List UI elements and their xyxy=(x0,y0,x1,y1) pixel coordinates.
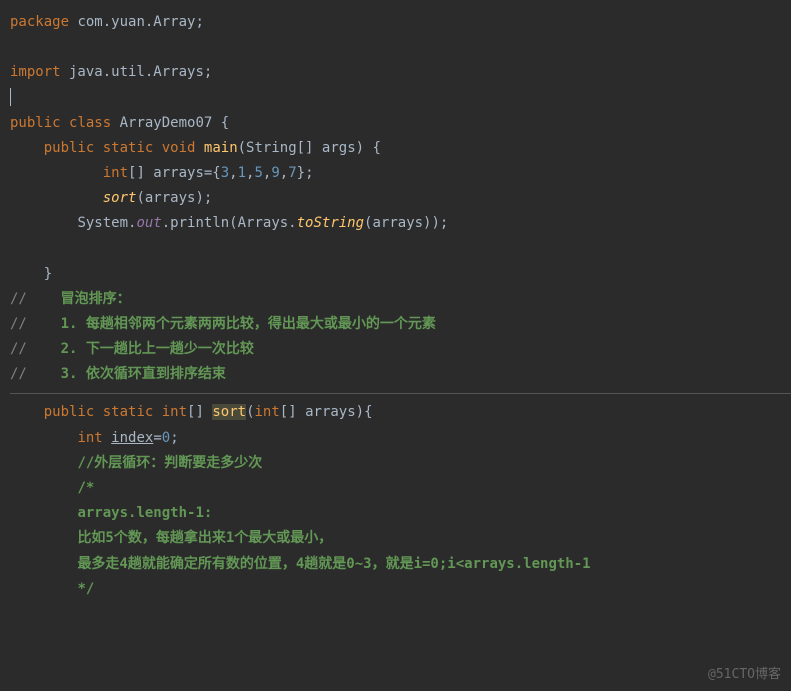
code-line xyxy=(10,35,791,60)
code-line: package com.yuan.Array; xyxy=(10,10,791,35)
code-line: */ xyxy=(10,577,791,602)
code-line: import java.util.Arrays; xyxy=(10,60,791,85)
code-line: // 3. 依次循环直到排序结束 xyxy=(10,362,791,387)
code-line: } xyxy=(10,262,791,287)
code-line: public static void main(String[] args) { xyxy=(10,136,791,161)
code-line: // 2. 下一趟比上一趟少一次比较 xyxy=(10,337,791,362)
code-line: // 1. 每趟相邻两个元素两两比较，得出最大或最小的一个元素 xyxy=(10,312,791,337)
code-line: public class ArrayDemo07 { xyxy=(10,111,791,136)
code-line xyxy=(10,85,791,110)
watermark: @51CTO博客 xyxy=(708,663,781,686)
code-line: //外层循环：判断要走多少次 xyxy=(10,451,791,476)
code-line: sort(arrays); xyxy=(10,186,791,211)
text-cursor xyxy=(10,88,11,106)
code-line: 最多走4趟就能确定所有数的位置，4趟就是0~3，就是i=0;i<arrays.l… xyxy=(10,552,791,577)
code-line: System.out.println(Arrays.toString(array… xyxy=(10,211,791,236)
code-line: 比如5个数，每趟拿出来1个最大或最小， xyxy=(10,526,791,551)
code-line: int index=0; xyxy=(10,426,791,451)
code-line xyxy=(10,237,791,262)
code-line: public static int[] sort(int[] arrays){ xyxy=(10,400,791,425)
divider xyxy=(10,393,791,394)
code-editor[interactable]: package com.yuan.Array; import java.util… xyxy=(0,0,791,612)
code-line: /* xyxy=(10,476,791,501)
code-line: int[] arrays={3,1,5,9,7}; xyxy=(10,161,791,186)
code-line: // 冒泡排序： xyxy=(10,287,791,312)
code-line: arrays.length-1: xyxy=(10,501,791,526)
